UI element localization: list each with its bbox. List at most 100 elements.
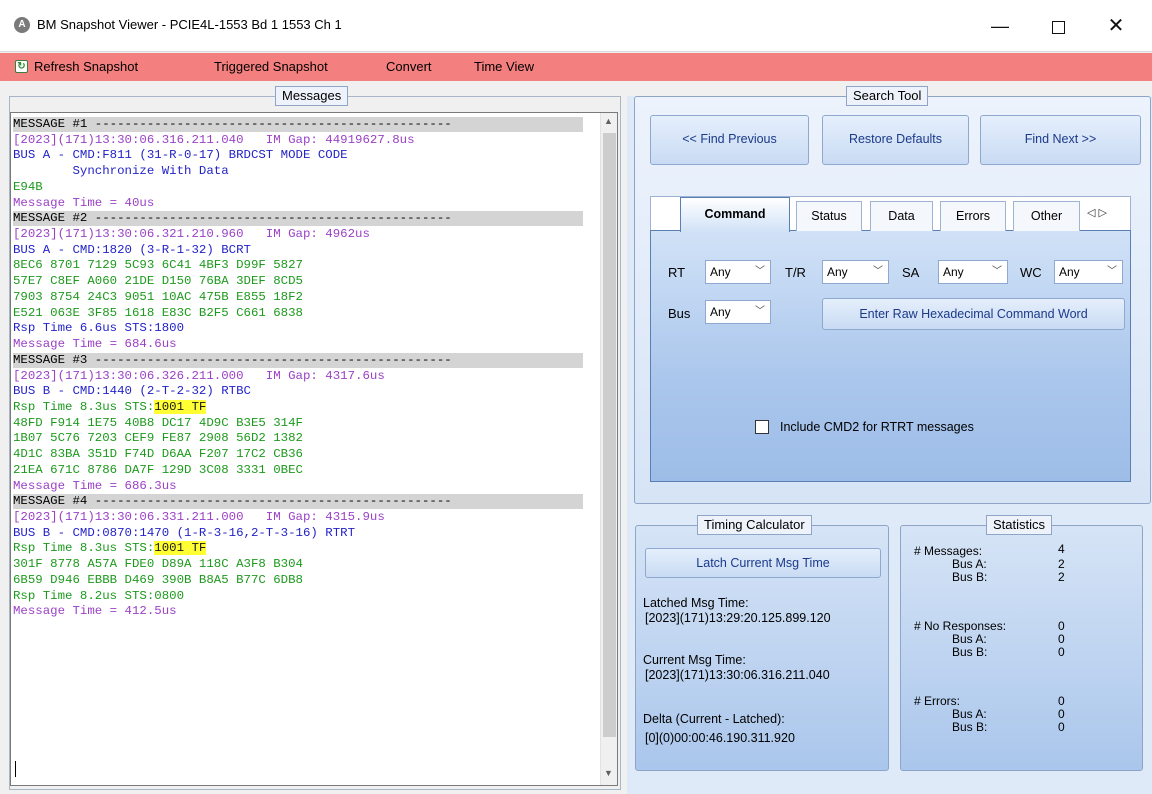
message-line: 4D1C 83BA 351D F74D D6AA F207 17C2 CB36 — [13, 447, 303, 462]
latched-msg-time-label: Latched Msg Time: — [643, 596, 749, 610]
message-line: BUS B - CMD:1440 (2-T-2-32) RTBC — [13, 384, 251, 399]
bus-dropdown[interactable]: Any ﹀ — [705, 300, 771, 324]
message-line: 48FD F914 1E75 40B8 DC17 4D9C B3E5 314F — [13, 416, 303, 431]
refresh-icon: ↻ — [15, 60, 28, 73]
timing-calculator-caption: Timing Calculator — [697, 515, 812, 535]
messages-text-area[interactable]: ▲ ▼ MESSAGE #1 -------------------------… — [10, 112, 618, 786]
find-previous-button[interactable]: << Find Previous — [650, 115, 809, 165]
message-line-text: 57E7 C8EF A060 21DE D150 76BA 3DEF 8CD5 — [13, 274, 303, 289]
message-line-text: Message Time = 412.5us — [13, 604, 177, 619]
message-line-text: Message Time = 686.3us — [13, 478, 177, 493]
message-line-text: 21EA 671C 8786 DA7F 129D 3C08 3331 0BEC — [13, 462, 303, 477]
maximize-icon — [1051, 20, 1065, 34]
message-line-text: MESSAGE #3 -----------------------------… — [13, 352, 452, 367]
message-line-text: BUS A - CMD:1820 (3-R-1-32) BCRT — [13, 242, 251, 257]
message-line: E521 063E 3F85 1618 E83C B2F5 C661 6838 — [13, 306, 303, 321]
tab-data[interactable]: Data — [870, 201, 933, 231]
message-line-text: 8EC6 8701 7129 5C93 6C41 4BF3 D99F 5827 — [13, 258, 303, 273]
message-line-text: E94B — [13, 179, 43, 194]
menu-time-view[interactable]: Time View — [474, 59, 534, 74]
message-header-line: MESSAGE #3 -----------------------------… — [13, 352, 583, 368]
message-line-text: Rsp Time 8.3us STS: — [13, 399, 155, 414]
latched-msg-time-value: [2023](171)13:29:20.125.899.120 — [645, 611, 831, 625]
messages-count-value: 4 — [1058, 542, 1065, 556]
message-line-text: MESSAGE #2 -----------------------------… — [13, 211, 452, 226]
message-line-text: 7903 8754 24C3 9051 10AC 475B E855 18F2 — [13, 289, 303, 304]
message-header-line: MESSAGE #2 -----------------------------… — [13, 211, 583, 227]
tab-status[interactable]: Status — [796, 201, 862, 231]
close-button[interactable]: ✕ — [1093, 0, 1139, 52]
message-header-line: MESSAGE #1 -----------------------------… — [13, 117, 583, 132]
message-line-text: BUS B - CMD:1440 (2-T-2-32) RTBC — [13, 384, 251, 399]
message-line-text: 1B07 5C76 7203 CEF9 FE87 2908 56D2 1382 — [13, 431, 303, 446]
message-line: 7903 8754 24C3 9051 10AC 475B E855 18F2 — [13, 290, 303, 305]
message-line: BUS A - CMD:F811 (31-R-0-17) BRDCST MODE… — [13, 148, 348, 163]
search-tool-caption: Search Tool — [846, 86, 929, 106]
scroll-down-icon[interactable]: ▼ — [604, 768, 613, 778]
statistics-group — [900, 525, 1143, 771]
message-line: Message Time = 40us — [13, 196, 154, 211]
rt-value: Any — [710, 265, 731, 279]
message-line: 301F 8778 A57A FDE0 D89A 118C A3F8 B304 — [13, 557, 303, 572]
sa-dropdown[interactable]: Any ﹀ — [938, 260, 1008, 284]
tr-dropdown[interactable]: Any ﹀ — [822, 260, 889, 284]
chevron-down-icon: ﹀ — [873, 266, 883, 277]
menu-refresh-snapshot[interactable]: Refresh Snapshot — [34, 59, 138, 74]
find-next-button[interactable]: Find Next >> — [980, 115, 1141, 165]
wc-dropdown[interactable]: Any ﹀ — [1054, 260, 1123, 284]
include-cmd2-checkbox[interactable] — [755, 420, 769, 434]
rt-dropdown[interactable]: Any ﹀ — [705, 260, 771, 284]
current-msg-time-label: Current Msg Time: — [643, 653, 746, 667]
scroll-up-icon[interactable]: ▲ — [604, 116, 613, 126]
message-line-text: 48FD F914 1E75 40B8 DC17 4D9C B3E5 314F — [13, 415, 303, 430]
menu-convert[interactable]: Convert — [386, 59, 432, 74]
message-line-text: Rsp Time 8.2us STS:0800 — [13, 588, 185, 603]
minimize-button[interactable]: — — [977, 0, 1023, 52]
message-line-text: Rsp Time 8.3us STS: — [13, 541, 155, 556]
app-icon: A — [14, 17, 30, 33]
bus-label: Bus — [668, 306, 691, 321]
maximize-button[interactable] — [1035, 0, 1081, 52]
delta-value: [0](0)00:00:46.190.311.920 — [645, 731, 795, 745]
message-line-text: [2023](171)13:30:06.326.211.000 IM Gap: … — [13, 368, 385, 383]
status-highlight: 1001 TF — [154, 541, 207, 556]
message-line: [2023](171)13:30:06.326.211.000 IM Gap: … — [13, 369, 385, 384]
tab-other[interactable]: Other — [1013, 201, 1080, 231]
menu-triggered-snapshot[interactable]: Triggered Snapshot — [214, 59, 328, 74]
message-line: 8EC6 8701 7129 5C93 6C41 4BF3 D99F 5827 — [13, 258, 303, 273]
restore-defaults-button[interactable]: Restore Defaults — [822, 115, 969, 165]
wc-value: Any — [1059, 265, 1080, 279]
message-line: 6B59 D946 EBBB D469 390B B8A5 B77C 6DB8 — [13, 573, 303, 588]
message-line-text: [2023](171)13:30:06.331.211.000 IM Gap: … — [13, 510, 385, 524]
message-line: Message Time = 412.5us — [13, 604, 177, 619]
message-line: E94B — [13, 180, 43, 195]
message-line: 57E7 C8EF A060 21DE D150 76BA 3DEF 8CD5 — [13, 274, 303, 289]
errors-bus-b-value: 0 — [1058, 720, 1065, 734]
message-line: 1B07 5C76 7203 CEF9 FE87 2908 56D2 1382 — [13, 431, 303, 446]
messages-scrollbar[interactable]: ▲ ▼ — [600, 113, 617, 785]
delta-label: Delta (Current - Latched): — [643, 712, 785, 726]
include-cmd2-label: Include CMD2 for RTRT messages — [780, 420, 974, 434]
message-line-text: [2023](171)13:30:06.321.210.960 IM Gap: … — [13, 227, 370, 242]
tab-errors[interactable]: Errors — [940, 201, 1006, 231]
message-line-text: [2023](171)13:30:06.316.211.040 IM Gap: … — [13, 132, 415, 147]
tab-command[interactable]: Command — [680, 197, 790, 232]
messages-bus-b-value: 2 — [1058, 570, 1065, 584]
message-line-text: BUS B - CMD:0870:1470 (1-R-3-16,2-T-3-16… — [13, 525, 356, 540]
bus-value: Any — [710, 305, 731, 319]
message-line-text: Message Time = 684.6us — [13, 337, 177, 352]
chevron-down-icon: ﹀ — [1107, 266, 1117, 277]
message-line-text: 6B59 D946 EBBB D469 390B B8A5 B77C 6DB8 — [13, 572, 303, 587]
wc-label: WC — [1020, 265, 1042, 280]
latch-current-msg-time-button[interactable]: Latch Current Msg Time — [645, 548, 881, 578]
message-line: BUS B - CMD:0870:1470 (1-R-3-16,2-T-3-16… — [13, 526, 355, 541]
text-cursor — [15, 761, 16, 777]
scroll-thumb[interactable] — [603, 133, 616, 737]
message-line: Message Time = 686.3us — [13, 479, 177, 494]
tab-scroll-arrows[interactable]: ◁ ▷ — [1087, 206, 1107, 219]
tr-label: T/R — [785, 265, 806, 280]
raw-hex-command-button[interactable]: Enter Raw Hexadecimal Command Word — [822, 298, 1125, 330]
message-line: Rsp Time 8.3us STS:1001 TF — [13, 541, 207, 556]
message-line: Synchronize With Data — [13, 164, 228, 179]
chevron-down-icon: ﹀ — [755, 266, 765, 277]
